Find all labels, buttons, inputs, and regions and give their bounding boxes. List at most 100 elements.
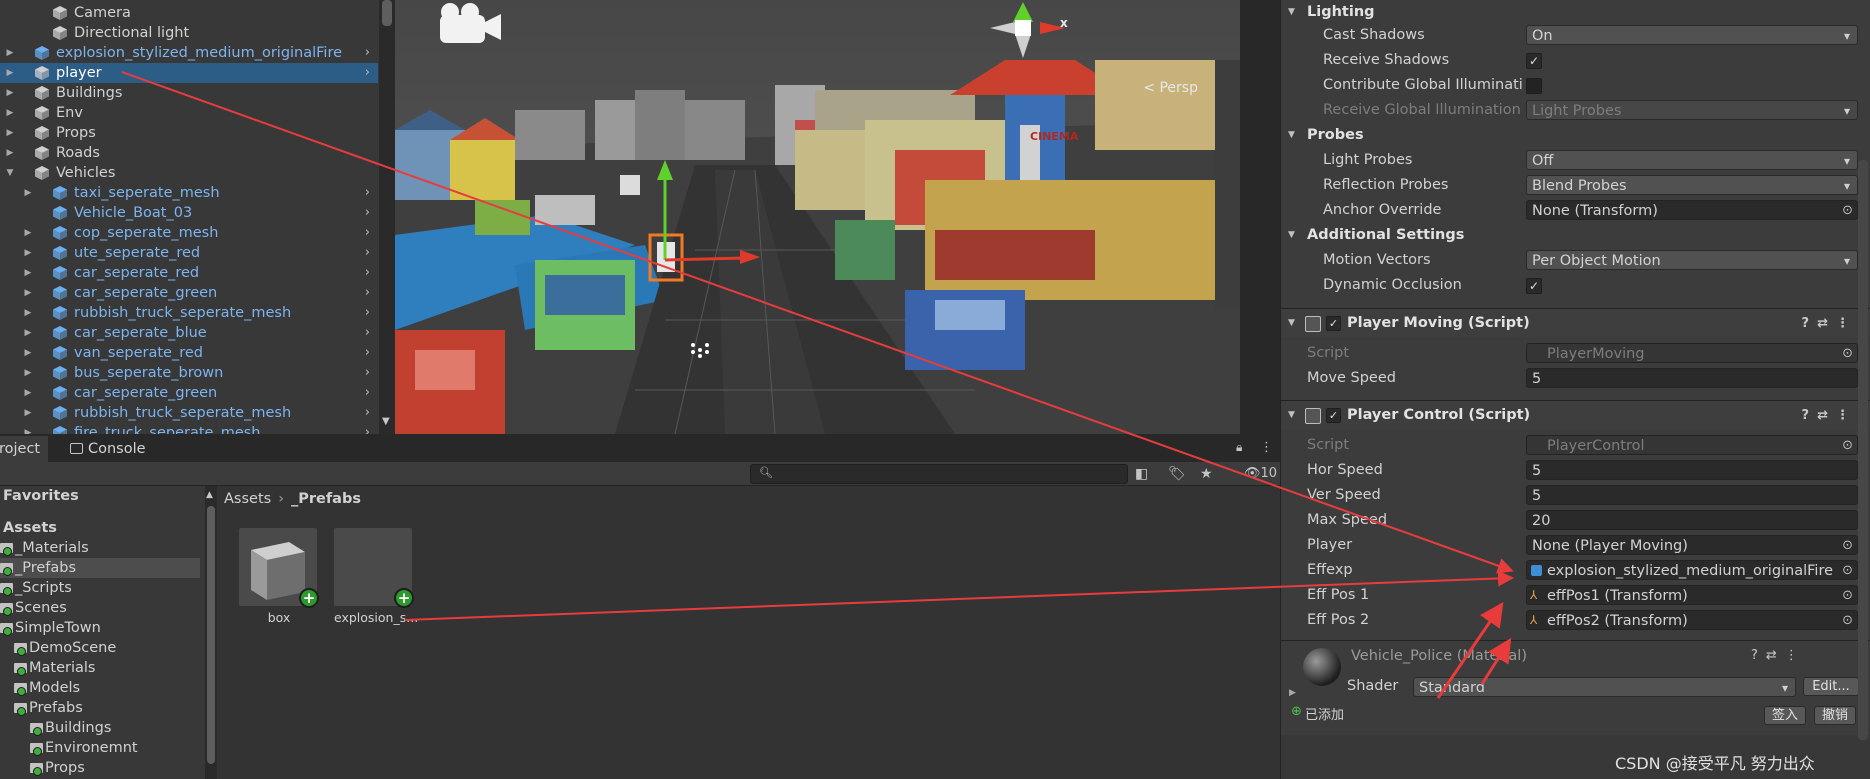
expand-closed-icon[interactable]: ▶	[3, 43, 17, 63]
tab-console[interactable]: Console	[62, 436, 154, 462]
expand-closed-icon[interactable]: ▶	[3, 63, 17, 83]
open-prefab-chevron-icon[interactable]: ›	[365, 63, 370, 83]
hierarchy-item[interactable]: ▶ car_seperate_green ›	[0, 283, 378, 303]
component-enabled-checkbox[interactable]: ✓	[1326, 408, 1341, 423]
scroll-up-arrow-icon[interactable]: ▲	[206, 490, 213, 500]
more-icon[interactable]: ⋮	[1836, 408, 1857, 423]
preset-icon[interactable]: ⇄	[1766, 648, 1785, 663]
open-prefab-chevron-icon[interactable]: ›	[365, 363, 370, 383]
section-probes[interactable]: ▼ Probes	[1281, 123, 1870, 148]
open-prefab-chevron-icon[interactable]: ›	[365, 263, 370, 283]
hidden-packages-count[interactable]: 👁︎10	[1244, 466, 1277, 481]
open-prefab-chevron-icon[interactable]: ›	[365, 183, 370, 203]
open-prefab-chevron-icon[interactable]: ›	[365, 323, 370, 343]
move-speed-input[interactable]: 5	[1526, 368, 1858, 388]
component-player-moving[interactable]: ▼ ✓ Player Moving (Script) ?⇄⋮	[1281, 308, 1870, 337]
help-icon[interactable]: ?	[1802, 408, 1818, 423]
project-section-header[interactable]: Assets	[3, 518, 57, 538]
hierarchy-item[interactable]: ▶ car_seperate_green ›	[0, 383, 378, 403]
hierarchy-scroll-thumb[interactable]	[382, 0, 392, 26]
project-folder[interactable]: Materials	[0, 658, 200, 678]
x-axis-handle[interactable]	[664, 256, 746, 262]
hierarchy-item[interactable]: ▶ rubbish_truck_seperate_mesh ›	[0, 303, 378, 323]
expand-closed-icon[interactable]: ▶	[3, 83, 17, 103]
project-folder[interactable]: _Prefabs	[0, 558, 200, 578]
anchor-override-field[interactable]: None (Transform)	[1526, 200, 1858, 220]
project-section-header[interactable]: Favorites	[3, 486, 79, 506]
hierarchy-item[interactable]: ▶ fire_truck_seperate_mesh ›	[0, 423, 378, 434]
open-prefab-chevron-icon[interactable]: ›	[365, 403, 370, 423]
scroll-down-arrow-icon[interactable]: ▼	[382, 416, 390, 427]
hierarchy-item[interactable]: ▶ Env	[0, 103, 378, 123]
open-prefab-chevron-icon[interactable]: ›	[365, 223, 370, 243]
preset-icon[interactable]: ⇄	[1817, 408, 1836, 423]
expand-closed-icon[interactable]: ▶	[21, 223, 35, 243]
expand-closed-icon[interactable]: ▶	[3, 143, 17, 163]
component-tools[interactable]: ?⇄⋮	[1751, 648, 1806, 663]
project-folder[interactable]: Models	[0, 678, 200, 698]
component-tools[interactable]: ?⇄⋮	[1802, 401, 1857, 430]
project-folder[interactable]: Props	[0, 758, 200, 778]
preset-icon[interactable]: ⇄	[1817, 316, 1836, 331]
component-player-control[interactable]: ▼ ✓ Player Control (Script) ?⇄⋮	[1281, 400, 1870, 429]
open-prefab-chevron-icon[interactable]: ›	[365, 283, 370, 303]
open-prefab-chevron-icon[interactable]: ›	[365, 343, 370, 363]
hierarchy-item[interactable]: ▶ Props	[0, 123, 378, 143]
inspector-scroll-thumb[interactable]	[1858, 160, 1868, 740]
project-folder[interactable]: Scenes	[0, 598, 200, 618]
project-folder[interactable]: Prefabs	[0, 698, 200, 718]
expand-closed-icon[interactable]: ▶	[21, 403, 35, 423]
open-prefab-chevron-icon[interactable]: ›	[365, 203, 370, 223]
expand-closed-icon[interactable]: ▶	[21, 243, 35, 263]
asset-explosion[interactable]: + explosion_s...	[334, 528, 418, 625]
filter-by-type-icon[interactable]: ◧	[1135, 466, 1148, 482]
project-folder[interactable]: DemoScene	[0, 638, 200, 658]
hierarchy-scrollbar[interactable]: ▼	[379, 0, 395, 434]
hierarchy-item[interactable]: ▶ Buildings	[0, 83, 378, 103]
foldout-closed-icon[interactable]: ▶	[1289, 688, 1296, 698]
section-lighting[interactable]: ▼ Lighting	[1281, 0, 1870, 25]
eff-pos-1-object-field[interactable]: ⅄ effPos1 (Transform)	[1526, 585, 1858, 605]
expand-closed-icon[interactable]: ▶	[21, 283, 35, 303]
expand-closed-icon[interactable]: ▶	[21, 423, 35, 434]
open-prefab-chevron-icon[interactable]: ›	[365, 303, 370, 323]
cast-shadows-dropdown[interactable]: On	[1526, 25, 1858, 45]
hor-speed-input[interactable]: 5	[1526, 460, 1858, 480]
revert-button[interactable]: 撤销	[1814, 706, 1856, 725]
eff-pos-2-object-field[interactable]: ⅄ effPos2 (Transform)	[1526, 610, 1858, 630]
more-icon[interactable]: ⋮	[1785, 648, 1806, 663]
reflection-probes-dropdown[interactable]: Blend Probes	[1526, 175, 1858, 195]
project-folder[interactable]: Buildings	[0, 718, 200, 738]
component-enabled-checkbox[interactable]: ✓	[1326, 316, 1341, 331]
more-icon[interactable]: ⋮	[1260, 440, 1273, 455]
hierarchy-item[interactable]: ▶ taxi_seperate_mesh ›	[0, 183, 378, 203]
project-tree-scrollbar[interactable]: ▲	[205, 486, 217, 779]
hierarchy-item[interactable]: ▶ cop_seperate_mesh ›	[0, 223, 378, 243]
help-icon[interactable]: ?	[1751, 648, 1766, 663]
help-icon[interactable]: ?	[1802, 316, 1818, 331]
light-probes-dropdown[interactable]: Off	[1526, 150, 1858, 170]
player-object-field[interactable]: None (Player Moving)	[1526, 535, 1858, 555]
asset-box[interactable]: + box	[239, 528, 319, 625]
project-folder[interactable]: SimpleTown	[0, 618, 200, 638]
motion-vectors-dropdown[interactable]: Per Object Motion	[1526, 250, 1858, 270]
contribute-gi-checkbox[interactable]	[1526, 78, 1542, 94]
expand-closed-icon[interactable]: ▶	[21, 343, 35, 363]
hierarchy-item[interactable]: Vehicle_Boat_03 ›	[0, 203, 378, 223]
hierarchy-item[interactable]: ▶ car_seperate_red ›	[0, 263, 378, 283]
expand-closed-icon[interactable]: ▶	[21, 363, 35, 383]
receive-shadows-checkbox[interactable]: ✓	[1526, 53, 1542, 69]
open-prefab-chevron-icon[interactable]: ›	[365, 243, 370, 263]
project-folder[interactable]: _Materials	[0, 538, 200, 558]
open-prefab-chevron-icon[interactable]: ›	[365, 43, 370, 63]
expand-closed-icon[interactable]: ▶	[21, 383, 35, 403]
hierarchy-item[interactable]: ▶ car_seperate_blue ›	[0, 323, 378, 343]
expand-closed-icon[interactable]: ▶	[21, 263, 35, 283]
expand-closed-icon[interactable]: ▶	[3, 103, 17, 123]
shader-dropdown[interactable]: Standard	[1413, 677, 1796, 697]
expand-closed-icon[interactable]: ▶	[21, 183, 35, 203]
expand-closed-icon[interactable]: ▶	[21, 303, 35, 323]
ver-speed-input[interactable]: 5	[1526, 485, 1858, 505]
hierarchy-item[interactable]: ▶ ute_seperate_red ›	[0, 243, 378, 263]
hierarchy-item[interactable]: ▶ bus_seperate_brown ›	[0, 363, 378, 383]
